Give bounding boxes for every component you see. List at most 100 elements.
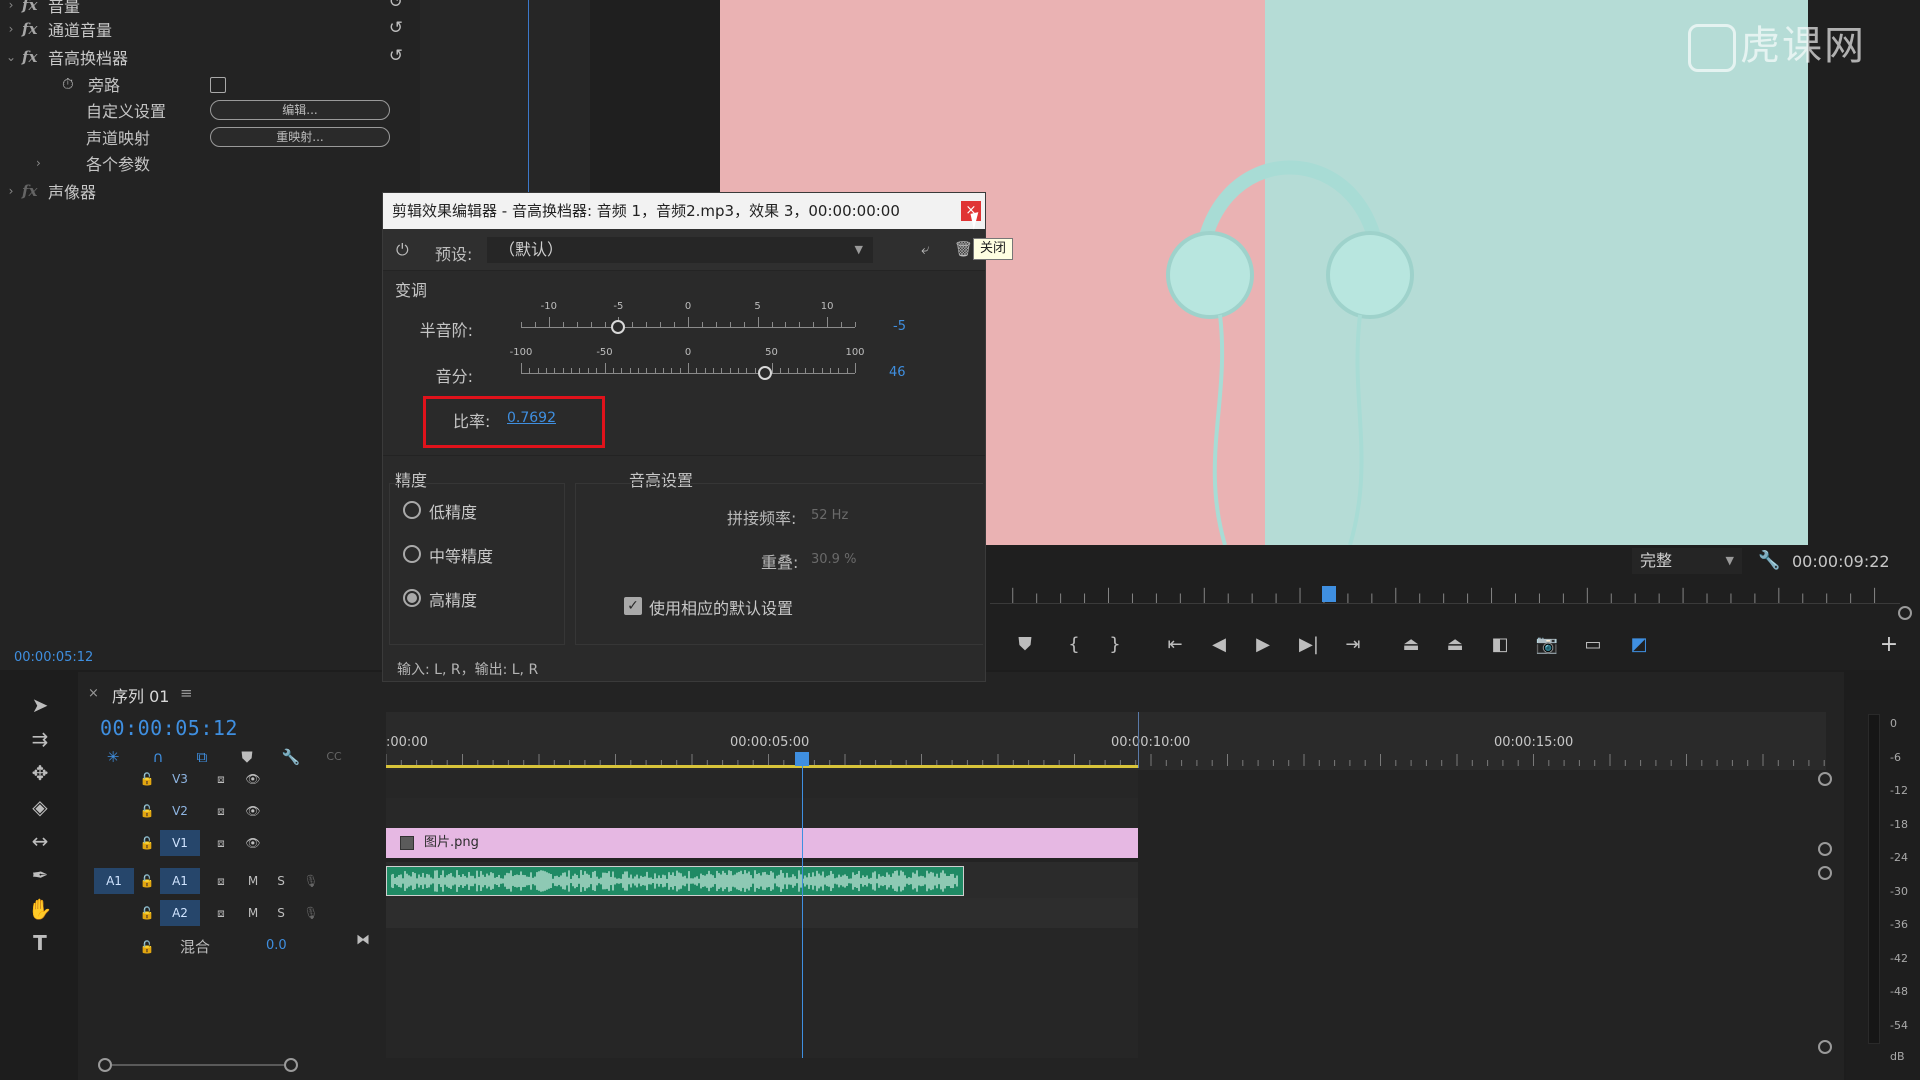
radio-high-precision[interactable]	[403, 589, 421, 607]
lock-icon[interactable]: 🔓	[138, 802, 156, 820]
use-defaults-checkbox[interactable]: ✓	[624, 597, 642, 615]
panel-menu-icon[interactable]: ≡	[180, 684, 193, 702]
source-patch-a1[interactable]: A1	[94, 868, 134, 894]
reset-icon[interactable]: ↺	[385, 18, 407, 38]
fx-badge-icon[interactable]: fx	[22, 0, 48, 14]
track-name[interactable]: A2	[160, 900, 200, 926]
track-lane-a2[interactable]	[386, 898, 1138, 928]
audio-clip[interactable]	[386, 866, 964, 896]
overlap-value[interactable]: 30.9 %	[811, 552, 856, 567]
radio-medium-precision[interactable]	[403, 545, 421, 563]
lock-icon[interactable]: 🔓	[138, 834, 156, 852]
delete-preset-icon[interactable]: 🗑	[954, 240, 974, 260]
reset-icon[interactable]: ↺	[385, 46, 407, 66]
effect-row-channel-volume[interactable]: › fx 通道音量	[0, 16, 420, 42]
close-icon[interactable]: ×	[88, 686, 99, 701]
power-icon[interactable]: ⏻	[396, 240, 416, 260]
mix-volume-value[interactable]: 0.0	[266, 938, 287, 953]
lock-icon[interactable]: 🔓	[138, 872, 156, 890]
wrench-icon[interactable]: 🔧	[1758, 550, 1780, 572]
sequence-tab[interactable]: 序列 01	[112, 683, 169, 707]
radio-label[interactable]: 高精度	[429, 587, 477, 611]
microphone-icon[interactable]: 🎙	[302, 904, 320, 922]
track-height-handle[interactable]	[1818, 1040, 1832, 1054]
sync-lock-icon[interactable]: ⧈	[212, 834, 230, 852]
mark-in-icon[interactable]: {	[1061, 632, 1087, 658]
mark-out-icon[interactable]: }	[1102, 632, 1128, 658]
monitor-zoom-handle[interactable]	[1898, 606, 1912, 620]
twirl-right-icon[interactable]: ›	[0, 22, 22, 36]
monitor-playhead[interactable]	[1322, 586, 1336, 602]
microphone-icon[interactable]: 🎙	[302, 872, 320, 890]
reset-icon[interactable]: ↺	[385, 0, 407, 12]
solo-button[interactable]: S	[272, 904, 290, 922]
radio-label[interactable]: 中等精度	[429, 543, 493, 567]
button-editor-add-icon[interactable]: +	[1876, 632, 1902, 658]
track-select-tool-icon[interactable]: ⇉	[18, 724, 62, 754]
sync-lock-icon[interactable]: ⧈	[212, 904, 230, 922]
lock-icon[interactable]: 🔓	[138, 904, 156, 922]
fit-select[interactable]: 完整 ▼	[1632, 548, 1742, 574]
sync-lock-icon[interactable]: ⧈	[212, 770, 230, 788]
extract-icon[interactable]: ⏏	[1442, 632, 1468, 658]
stopwatch-icon[interactable]: ⏱	[62, 75, 84, 93]
ratio-value[interactable]: 0.7692	[507, 410, 556, 426]
scroll-handle-right[interactable]	[284, 1058, 298, 1072]
image-clip[interactable]: 图片.png	[386, 828, 1138, 858]
eye-icon[interactable]: 👁	[244, 834, 262, 852]
compare-view-icon[interactable]: ◩	[1626, 632, 1652, 658]
radio-label[interactable]: 低精度	[429, 499, 477, 523]
edit-button[interactable]: 编辑...	[210, 100, 390, 120]
sync-lock-icon[interactable]: ⧈	[212, 802, 230, 820]
cents-value[interactable]: 46	[889, 365, 906, 380]
track-name[interactable]: V1	[160, 830, 200, 856]
add-marker-icon[interactable]: ⛊	[1012, 632, 1038, 658]
mute-button[interactable]: M	[244, 904, 262, 922]
track-lane-v2[interactable]	[386, 798, 1138, 828]
slider-knob[interactable]	[611, 320, 626, 334]
fx-badge-icon[interactable]: fx	[22, 48, 48, 66]
effect-row-panner[interactable]: › fx 声像器	[0, 178, 420, 204]
eye-icon[interactable]: 👁	[244, 770, 262, 788]
solo-button[interactable]: S	[272, 872, 290, 890]
type-tool-icon[interactable]: T	[18, 928, 62, 958]
params-row[interactable]: › 各个参数	[36, 150, 150, 176]
timeline-horizontal-scrollbar[interactable]	[98, 1058, 298, 1072]
effect-controls-playhead[interactable]	[528, 0, 529, 195]
twirl-right-icon[interactable]: ›	[0, 0, 22, 12]
insert-icon[interactable]: ◧	[1487, 632, 1513, 658]
effect-controls-timecode[interactable]: 00:00:05:12	[14, 650, 93, 665]
bypass-checkbox[interactable]	[210, 77, 226, 93]
lock-icon[interactable]: 🔓	[138, 770, 156, 788]
timeline-timecode[interactable]: 00:00:05:12	[100, 716, 238, 740]
lift-icon[interactable]: ⏏	[1398, 632, 1424, 658]
pen-tool-icon[interactable]: ✒	[18, 860, 62, 890]
track-name[interactable]: A1	[160, 868, 200, 894]
monitor-time-ruler[interactable]	[990, 584, 1900, 604]
ripple-edit-tool-icon[interactable]: ✥	[18, 758, 62, 788]
fx-badge-icon[interactable]: fx	[22, 182, 48, 200]
step-back-icon[interactable]: ◀	[1206, 632, 1232, 658]
twirl-right-icon[interactable]: ›	[36, 156, 86, 170]
work-area-bar[interactable]	[386, 765, 1138, 768]
cents-slider[interactable]: -100 -50 0 50 100	[510, 347, 865, 387]
use-defaults-label[interactable]: 使用相应的默认设置	[649, 595, 793, 619]
track-height-handle[interactable]	[1818, 772, 1832, 786]
twirl-right-icon[interactable]: ›	[0, 184, 22, 198]
export-frame-icon[interactable]: 📷	[1534, 632, 1560, 658]
safe-margins-icon[interactable]: ▭	[1580, 632, 1606, 658]
radio-low-precision[interactable]	[403, 501, 421, 519]
effect-row-pitch-shifter[interactable]: ⌄ fx 音高换档器	[0, 44, 420, 70]
twirl-down-icon[interactable]: ⌄	[0, 50, 22, 64]
go-to-end-icon[interactable]: ⧓	[356, 932, 370, 948]
semitones-value[interactable]: -5	[893, 319, 906, 334]
track-lane-v3[interactable]	[386, 770, 1138, 798]
step-forward-icon[interactable]: ▶|	[1296, 632, 1322, 658]
preset-select[interactable]: （默认） ▼	[487, 237, 873, 263]
scroll-handle-left[interactable]	[98, 1058, 112, 1072]
remap-button[interactable]: 重映射...	[210, 127, 390, 147]
go-to-in-icon[interactable]: ⇤	[1162, 632, 1188, 658]
track-height-handle[interactable]	[1818, 842, 1832, 856]
track-height-handle[interactable]	[1818, 866, 1832, 880]
semitones-slider[interactable]: -10 -5 0 5 10	[521, 301, 856, 341]
